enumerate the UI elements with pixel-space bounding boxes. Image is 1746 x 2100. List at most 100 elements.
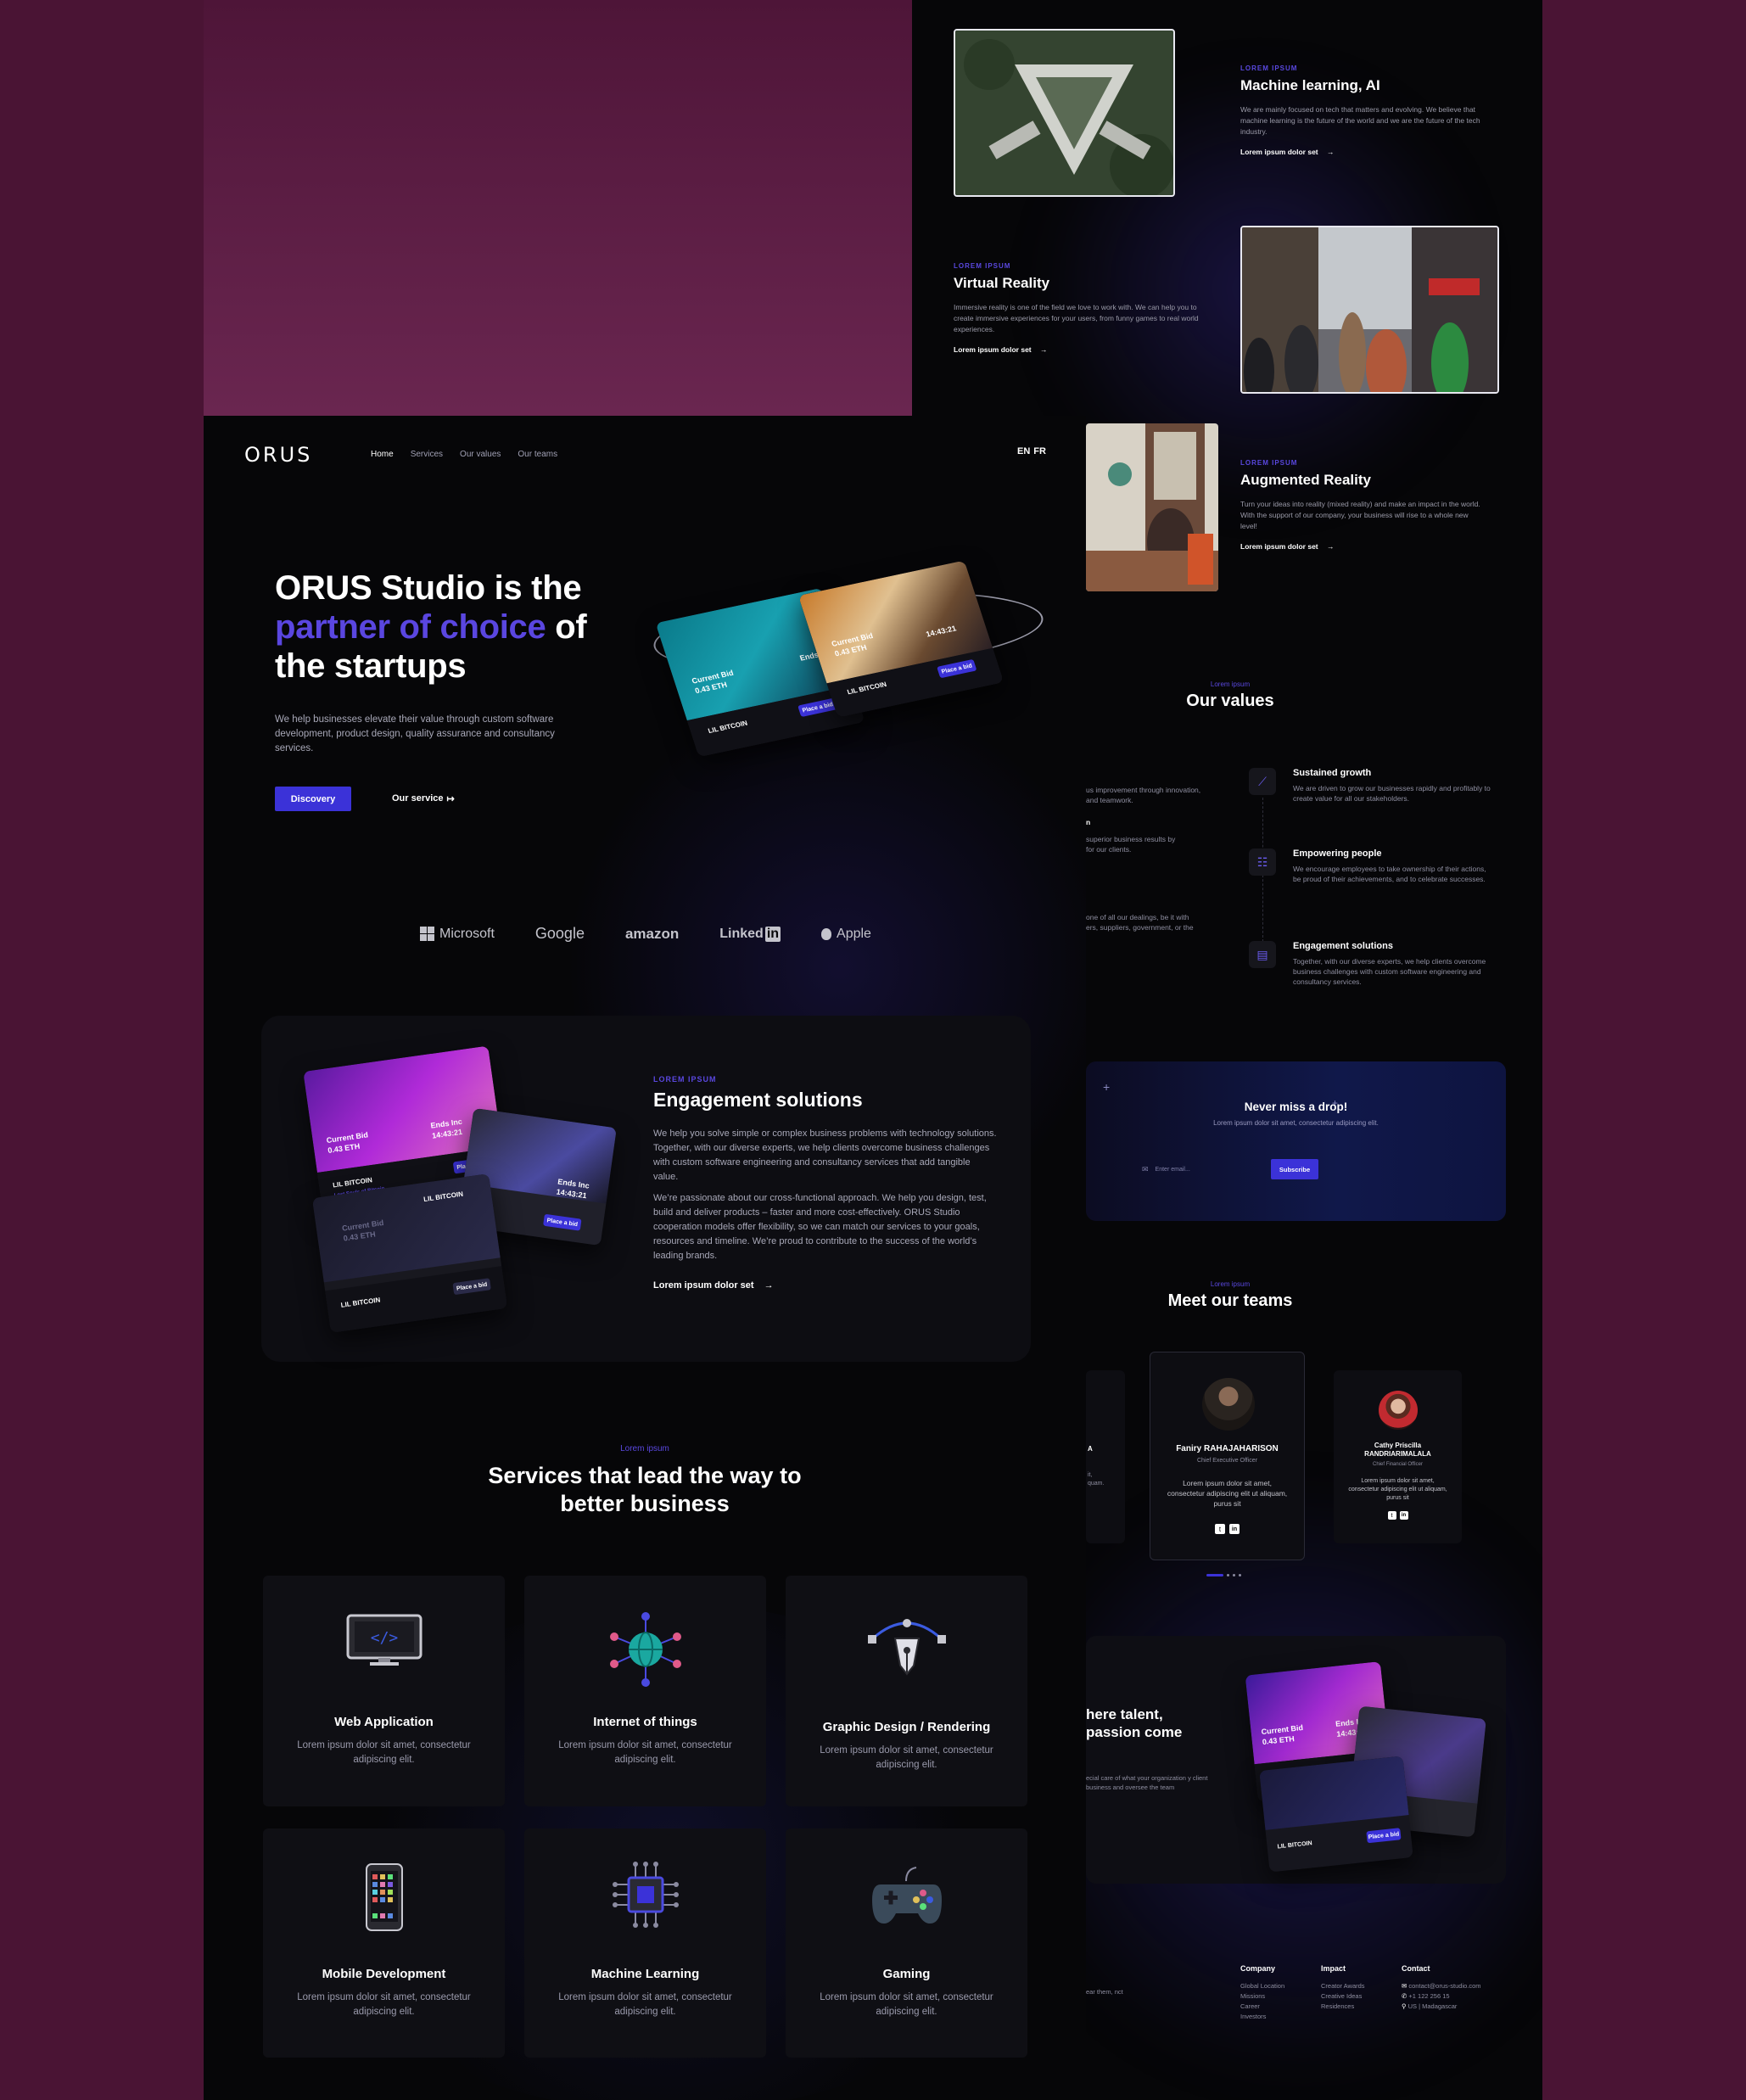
service-text: Lorem ipsum dolor sit amet, consectetur … <box>820 1745 993 1770</box>
teams-header: Lorem ipsum Meet our teams <box>1107 1280 1353 1311</box>
member-role: Chief Financial Officer <box>1373 1462 1423 1467</box>
logo-label: Apple <box>837 926 871 941</box>
values-left-partial: us improvement through innovation, and t… <box>1086 785 1200 932</box>
engagement-content: LOREM IPSUM Engagement solutions We help… <box>653 1075 997 1291</box>
linkedin-icon[interactable]: in <box>1399 1511 1408 1520</box>
feature-link[interactable]: Lorem ipsum dolor set → <box>1240 542 1486 551</box>
footer-contact-phone[interactable]: ✆ +1 122 256 15 <box>1402 1991 1529 2002</box>
svg-text:</>: </> <box>370 1629 398 1647</box>
service-title: Web Application <box>334 1715 434 1729</box>
values-title: Our values <box>1186 692 1274 710</box>
arrow-right-icon: → <box>764 1280 774 1291</box>
nav-services[interactable]: Services <box>411 450 443 459</box>
service-card[interactable]: Mobile Development Lorem ipsum dolor sit… <box>263 1828 505 2058</box>
mock-button: Place a bid <box>543 1213 582 1231</box>
service-text: Lorem ipsum dolor sit amet, consectetur … <box>558 1740 732 1765</box>
team-card[interactable]: Faniry RAHAJAHARISON Chief Executive Off… <box>1150 1352 1305 1560</box>
aerial-building-graphic <box>955 31 1173 195</box>
discovery-button[interactable]: Discovery <box>275 787 351 811</box>
feature-ar: LOREM IPSUM Augmented Reality Turn your … <box>1240 459 1486 551</box>
feature-title: Machine learning, AI <box>1240 77 1380 93</box>
service-card[interactable]: Graphic Design / Rendering Lorem ipsum d… <box>786 1576 1027 1806</box>
footer-column: Contact ✉ contact@orus-studio.com ✆ +1 1… <box>1402 1964 1529 2012</box>
value-title: Empowering people <box>1293 848 1382 859</box>
hero-title: ORUS Studio is the partner of choice of … <box>275 568 631 686</box>
contact-value: +1 122 256 15 <box>1408 1992 1450 2000</box>
twitter-icon[interactable]: t <box>1215 1524 1225 1534</box>
partial-text: ers, suppliers, government, or the <box>1086 923 1194 932</box>
carousel-dot-active[interactable] <box>1206 1574 1223 1576</box>
contact-value: US | Madagascar <box>1407 2002 1458 2010</box>
linkedin-icon[interactable]: in <box>1229 1524 1240 1534</box>
footer-link[interactable]: Investors <box>1240 2012 1342 2022</box>
gamepad-icon <box>786 1862 1027 1929</box>
partial-text: superior business results by <box>1086 835 1176 843</box>
main-nav: Home Services Our values Our teams <box>371 450 574 459</box>
top-left-backdrop <box>204 0 912 416</box>
partial-text: one of all our dealings, be it with <box>1086 913 1189 921</box>
newsletter-text: Lorem ipsum dolor sit amet, consectetur … <box>1213 1119 1379 1127</box>
newsletter-card: + + Never miss a drop! Lorem ipsum dolor… <box>1086 1061 1506 1221</box>
footer-partial-text: ear them, nct <box>1086 1988 1123 1996</box>
feature-link[interactable]: Lorem ipsum dolor set → <box>954 345 1200 354</box>
talent-text: ecial care of what your organization y c… <box>1086 1774 1208 1791</box>
mock-button: Place a bid <box>1366 1828 1402 1844</box>
twitter-icon[interactable]: t <box>1387 1511 1396 1520</box>
carousel-dot[interactable] <box>1233 1574 1235 1576</box>
mail-icon: ✉ <box>1402 1982 1407 1990</box>
linkedin-logo: Linked in <box>719 926 781 942</box>
value-title: Engagement solutions <box>1293 941 1393 951</box>
feature-link[interactable]: Lorem ipsum dolor set → <box>1240 148 1486 156</box>
chart-icon: ⟋ <box>1249 768 1276 795</box>
nav-home[interactable]: Home <box>371 450 394 459</box>
nav-our-values[interactable]: Our values <box>460 450 501 459</box>
logo-label: Linked <box>719 926 764 941</box>
main-page: ORUS Home Services Our values Our teams … <box>204 416 1086 2100</box>
partial-text: A <box>1088 1445 1093 1453</box>
email-field[interactable]: ✉ Enter email... <box>1142 1159 1269 1179</box>
lang-fr[interactable]: FR <box>1033 446 1046 456</box>
service-card[interactable]: Gaming Lorem ipsum dolor sit amet, conse… <box>786 1828 1027 2058</box>
values-eyebrow: Lorem ipsum <box>1210 680 1251 688</box>
orus-logo[interactable]: ORUS <box>244 443 312 467</box>
lang-en[interactable]: EN <box>1017 446 1030 456</box>
hero-title-accent: partner of choice <box>275 608 546 646</box>
footer-contact-location: ⚲ US | Madagascar <box>1402 2002 1529 2012</box>
engagement-link[interactable]: Lorem ipsum dolor set → <box>653 1280 997 1291</box>
team-card[interactable]: Cathy Priscilla RANDRIARIMALALA Chief Fi… <box>1334 1370 1462 1543</box>
location-pin-icon: ⚲ <box>1402 2002 1407 2010</box>
nav-our-teams[interactable]: Our teams <box>518 450 557 459</box>
carousel-dots[interactable] <box>1206 1574 1241 1576</box>
value-text: We are driven to grow our businesses rap… <box>1293 784 1491 803</box>
value-text: We encourage employees to take ownership… <box>1293 865 1486 883</box>
carousel-dot[interactable] <box>1227 1574 1229 1576</box>
street-crowd-graphic <box>1242 227 1497 392</box>
services-header: Lorem ipsum Services that lead the way t… <box>433 1444 857 1518</box>
service-card[interactable]: </> Web Application Lorem ipsum dolor si… <box>263 1576 505 1806</box>
linkedin-in-mark: in <box>764 926 781 942</box>
service-title: Graphic Design / Rendering <box>822 1720 991 1734</box>
partner-logos: Microsoft Google amazon Linked in Apple <box>420 925 871 943</box>
partial-text: for our clients. <box>1086 845 1132 854</box>
feature-link-label: Lorem ipsum dolor set <box>1240 148 1318 156</box>
hero-text: We help businesses elevate their value t… <box>275 714 555 753</box>
email-placeholder: Enter email... <box>1155 1166 1190 1173</box>
service-text: Lorem ipsum dolor sit amet, consectetur … <box>820 1992 993 2017</box>
our-service-link[interactable]: Our service ↦ <box>392 793 455 804</box>
partial-text: quam. <box>1088 1481 1105 1487</box>
smartphone-icon <box>263 1862 505 1932</box>
arrow-right-icon: → <box>1327 542 1335 551</box>
carousel-dot[interactable] <box>1239 1574 1241 1576</box>
microsoft-logo: Microsoft <box>420 927 495 942</box>
sparkle-icon: + <box>1103 1080 1111 1094</box>
footer-contact-email[interactable]: ✉ contact@orus-studio.com <box>1402 1981 1529 1991</box>
value-title: Sustained growth <box>1293 768 1372 778</box>
talent-card: here talent, passion come ecial care of … <box>1086 1636 1506 1884</box>
services-title-line: Services that lead the way to <box>488 1463 802 1488</box>
pen-tool-icon <box>786 1613 1027 1677</box>
service-card[interactable]: Machine Learning Lorem ipsum dolor sit a… <box>524 1828 766 2058</box>
teams-title: Meet our teams <box>1167 1291 1293 1310</box>
subscribe-button[interactable]: Subscribe <box>1271 1159 1318 1179</box>
service-card[interactable]: Internet of things Lorem ipsum dolor sit… <box>524 1576 766 1806</box>
amazon-logo: amazon <box>625 926 679 943</box>
